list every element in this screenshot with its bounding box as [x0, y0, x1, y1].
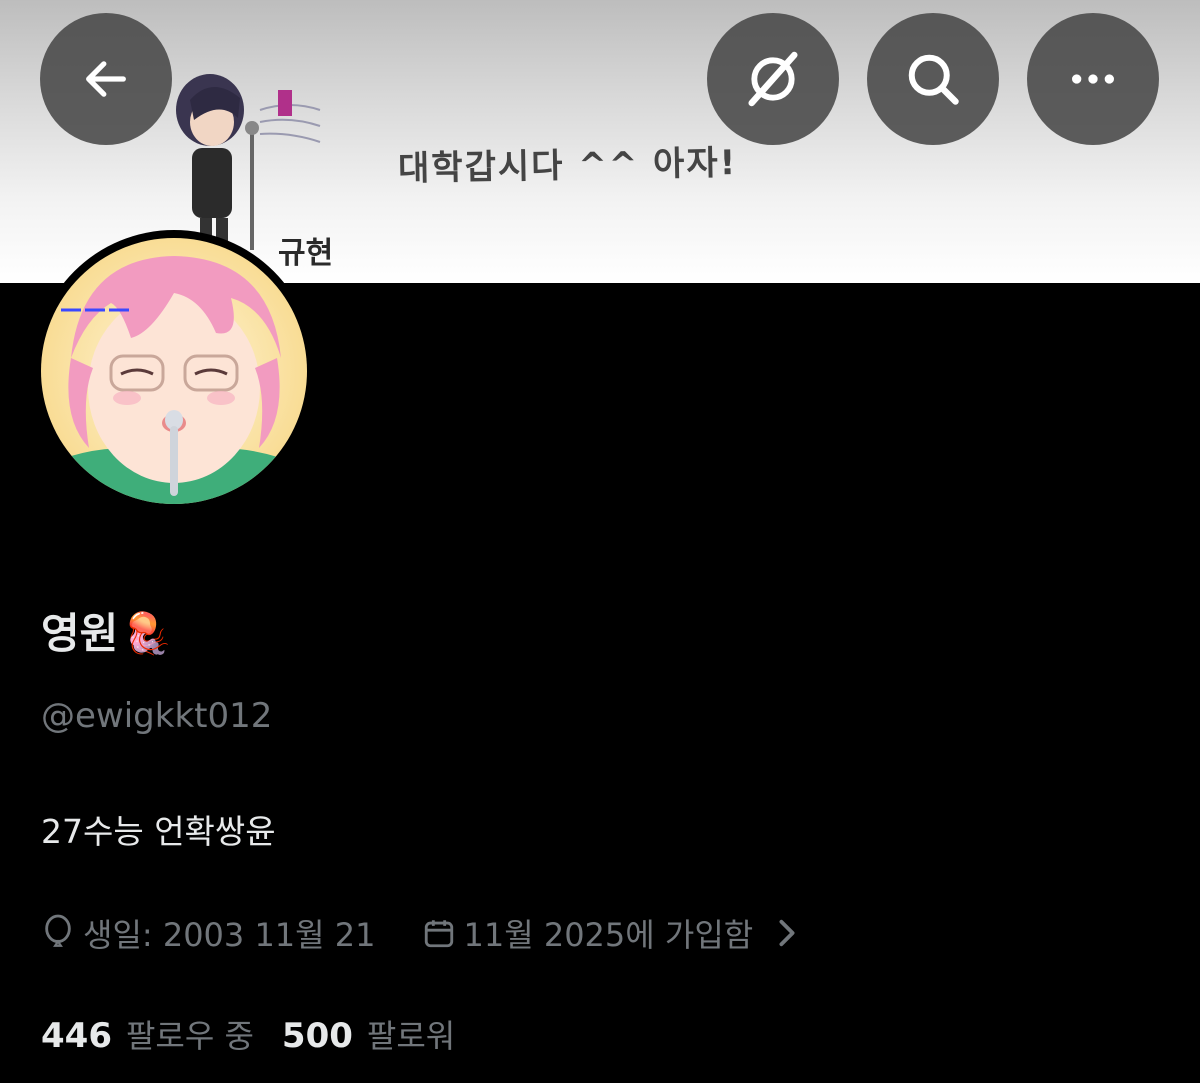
- balloon-icon: [45, 914, 71, 947]
- joined-chevron-button[interactable]: [775, 918, 799, 948]
- birthday-text: 생일: 2003 11월 21: [83, 916, 376, 954]
- search-icon: [908, 54, 959, 105]
- arrow-left-icon: [86, 61, 126, 97]
- joined-text: 11월 2025에 가입함: [463, 916, 754, 954]
- followers-link[interactable]: 500 팔로워: [282, 1011, 455, 1057]
- followers-count: 500: [281, 1016, 353, 1056]
- jellyfish-emoji: 🪼: [122, 611, 173, 657]
- follow-stats: 446 팔로우 중 500 팔로워: [41, 1010, 455, 1058]
- profile-avatar[interactable]: [33, 230, 315, 512]
- banner-name-tag: 규현: [278, 236, 334, 271]
- calendar-icon: [424, 920, 453, 948]
- joined-item[interactable]: 11월 2025에 가입함: [422, 910, 754, 956]
- display-name: 영원 🪼: [41, 604, 172, 664]
- following-label: 팔로우 중: [125, 1017, 254, 1055]
- avatar-anime-illustration: [41, 238, 307, 504]
- followers-label: 팔로워: [366, 1017, 456, 1055]
- chevron-right-icon: [779, 919, 795, 947]
- grok-button[interactable]: [707, 13, 839, 145]
- more-button[interactable]: [1027, 13, 1159, 145]
- display-name-text: 영원: [41, 609, 119, 658]
- following-count: 446: [41, 1016, 112, 1056]
- birthday-item: 생일: 2003 11월 21: [41, 910, 376, 956]
- search-button[interactable]: [867, 13, 999, 145]
- following-link[interactable]: 446 팔로우 중: [41, 1011, 254, 1057]
- user-handle: @ewigkkt012: [41, 696, 273, 736]
- slash-circle-icon: [748, 51, 798, 107]
- more-horizontal-icon: [1072, 74, 1114, 84]
- profile-bio: 27수능 언확쌍윤: [41, 812, 276, 851]
- banner-caption-text: 대학갑시다 ^^ 아자!: [397, 143, 738, 189]
- profile-meta: 생일: 2003 11월 21 11월 2025에 가입함: [41, 910, 799, 956]
- back-button[interactable]: [40, 13, 172, 145]
